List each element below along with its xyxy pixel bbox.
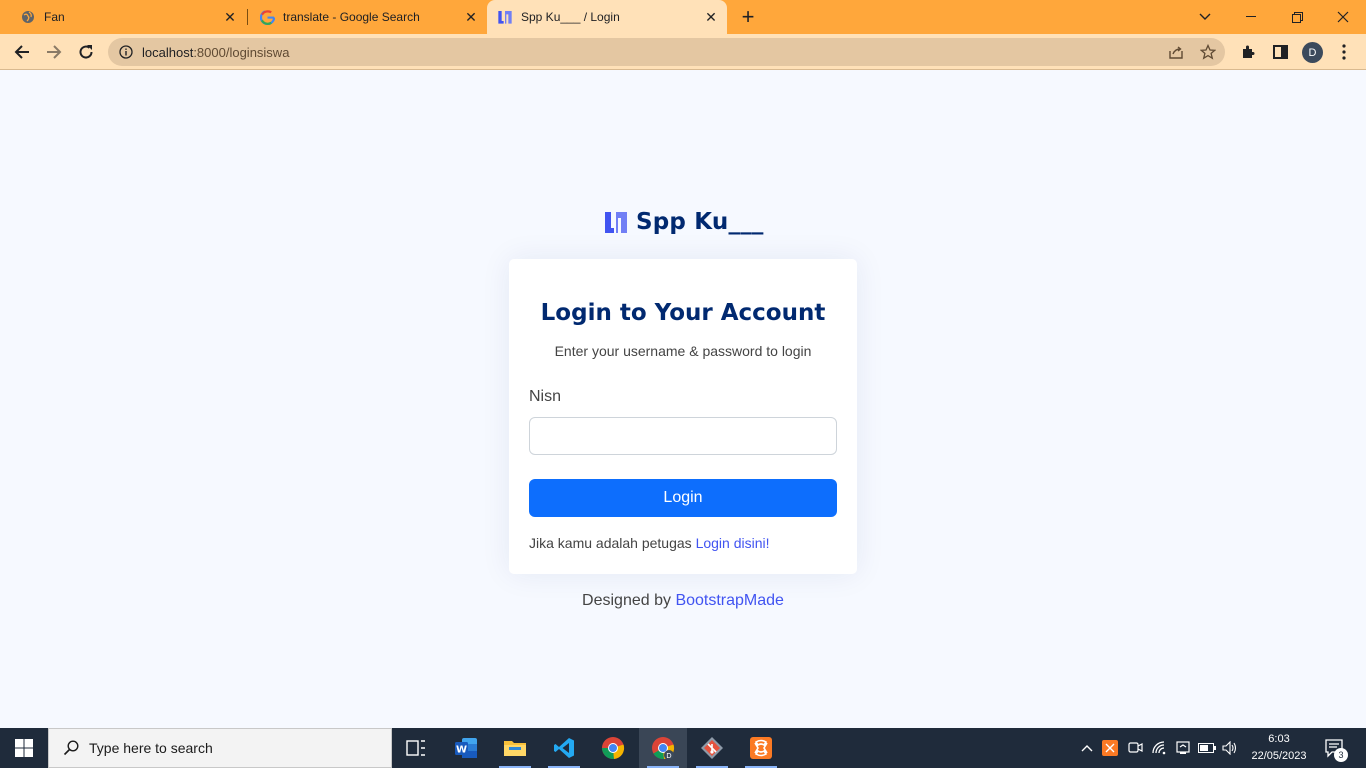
browser-toolbar: localhost:8000/loginsiswa xyxy=(0,34,1366,70)
google-icon xyxy=(259,9,275,25)
show-hidden-icons-chevron-icon[interactable] xyxy=(1078,728,1096,768)
tab-title: translate - Google Search xyxy=(283,10,420,24)
xampp-icon[interactable] xyxy=(737,728,785,768)
profile-avatar[interactable]: D xyxy=(1302,42,1323,63)
minimize-button[interactable] xyxy=(1228,0,1274,34)
reload-button[interactable] xyxy=(72,38,100,66)
meet-now-icon[interactable] xyxy=(1125,728,1145,768)
url-text: localhost:8000/loginsiswa xyxy=(142,44,290,60)
clock-time: 6:03 xyxy=(1268,733,1290,745)
tab-title: Spp Ku___ / Login xyxy=(521,10,620,24)
more-menu-icon[interactable] xyxy=(1334,42,1354,62)
volume-icon[interactable] xyxy=(1220,728,1240,768)
tab-translate-google-search[interactable]: translate - Google Search ✕ xyxy=(247,0,487,34)
address-bar[interactable]: localhost:8000/loginsiswa xyxy=(108,38,1225,66)
task-view-icon[interactable] xyxy=(392,728,440,768)
close-tab-icon[interactable]: ✕ xyxy=(461,7,481,27)
chrome-icon[interactable] xyxy=(589,728,637,768)
login-card: Login to Your Account Enter your usernam… xyxy=(509,259,857,574)
side-panel-icon[interactable] xyxy=(1270,42,1290,62)
brand-logo[interactable]: Spp Ku___ xyxy=(604,206,764,238)
page-subtitle: Enter your username & password to login xyxy=(554,343,812,359)
back-button[interactable] xyxy=(8,38,36,66)
file-explorer-icon[interactable] xyxy=(491,728,539,768)
battery-icon[interactable] xyxy=(1197,728,1217,768)
nisn-label: Nisn xyxy=(529,388,562,405)
share-icon[interactable] xyxy=(1168,44,1184,60)
search-placeholder: Type here to search xyxy=(89,740,213,756)
hint-text: Jika kamu adalah petugas xyxy=(529,535,696,551)
git-icon[interactable] xyxy=(688,728,736,768)
tab-fan[interactable]: Fan ✕ xyxy=(0,0,246,34)
network-icon[interactable] xyxy=(1173,728,1193,768)
restore-button[interactable] xyxy=(1274,0,1320,34)
site-info-icon[interactable] xyxy=(118,44,134,60)
tab-search-chevron-icon[interactable] xyxy=(1182,0,1228,34)
staff-login-hint: Jika kamu adalah petugas Login disini! xyxy=(529,535,770,551)
tab-title: Fan xyxy=(44,10,65,24)
search-icon xyxy=(61,738,81,758)
notification-count-badge: 3 xyxy=(1334,748,1348,762)
globe-icon xyxy=(20,9,36,25)
svg-text:D: D xyxy=(666,752,671,760)
tab-spp-ku-login[interactable]: Spp Ku___ / Login ✕ xyxy=(487,0,727,34)
new-tab-button[interactable]: + xyxy=(736,4,760,29)
staff-login-link[interactable]: Login disini! xyxy=(696,535,770,551)
close-tab-icon[interactable]: ✕ xyxy=(220,7,240,27)
xampp-tray-icon[interactable] xyxy=(1100,728,1120,768)
nisn-input[interactable] xyxy=(529,417,837,455)
credits-text: Designed by xyxy=(582,592,676,609)
close-window-button[interactable] xyxy=(1320,0,1366,34)
tab-strip: Fan ✕ translate - Google Search ✕ Spp Ku… xyxy=(0,0,1366,34)
vscode-icon[interactable] xyxy=(540,728,588,768)
login-button[interactable]: Login xyxy=(529,479,837,517)
windows-taskbar: Type here to search W D 6:03 22/05/2023 … xyxy=(0,728,1366,768)
taskbar-clock[interactable]: 6:03 22/05/2023 xyxy=(1244,731,1314,765)
svg-text:W: W xyxy=(456,745,467,756)
wifi-icon[interactable] xyxy=(1150,728,1170,768)
forward-button[interactable] xyxy=(40,38,68,66)
credits: Designed by BootstrapMade xyxy=(0,592,1366,610)
windows-start-icon[interactable] xyxy=(0,728,48,768)
word-icon[interactable]: W xyxy=(442,728,490,768)
nice-admin-logo-icon xyxy=(497,9,513,25)
clock-date: 22/05/2023 xyxy=(1251,750,1307,762)
bookmark-star-icon[interactable] xyxy=(1200,44,1216,60)
taskbar-search-box[interactable]: Type here to search xyxy=(48,728,392,768)
close-tab-icon[interactable]: ✕ xyxy=(701,7,721,27)
brand-name: Spp Ku___ xyxy=(636,209,764,235)
extensions-icon[interactable] xyxy=(1238,42,1258,62)
page-title: Login to Your Account xyxy=(540,300,826,326)
bootstrapmade-link[interactable]: BootstrapMade xyxy=(675,592,784,609)
brand-logo-icon xyxy=(605,212,627,233)
chrome-profile-icon[interactable]: D xyxy=(639,728,687,768)
